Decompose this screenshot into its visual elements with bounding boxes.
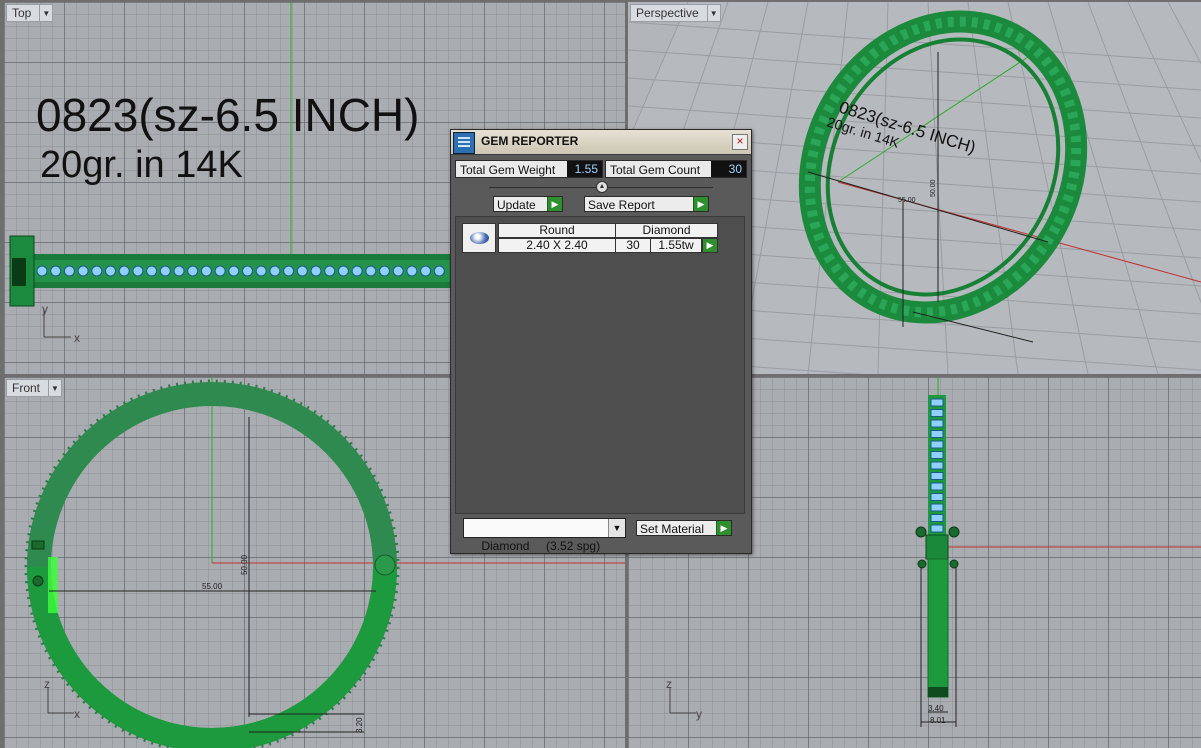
save-report-button-label: Save Report	[588, 198, 655, 212]
gem-stone	[118, 265, 130, 277]
annotation-line1: 0823(sz-6.5 INCH)	[36, 89, 420, 141]
dropdown-arrow-icon[interactable]: ▼	[48, 380, 61, 396]
gem-stone	[146, 265, 158, 277]
gem-stone	[930, 430, 944, 438]
gem-stone	[406, 265, 418, 277]
gem-stone	[930, 482, 944, 491]
gem-stone	[379, 265, 390, 277]
gem-stone	[77, 265, 89, 277]
set-material-button[interactable]: Set Material ▶	[636, 520, 732, 536]
dim-thickness: 3.20	[355, 717, 364, 733]
gem-weight: 1.55tw	[650, 238, 702, 253]
update-button-label: Update	[497, 198, 536, 212]
axis-label-z: z	[44, 677, 50, 691]
gem-size: 2.40 X 2.40	[498, 238, 616, 253]
dim-height: 50.00	[240, 554, 249, 575]
total-weight-value: 1.55	[567, 161, 602, 177]
gem-stone	[930, 419, 944, 428]
play-icon: ▶	[693, 197, 708, 211]
gem-stone	[365, 265, 377, 277]
gem-stone	[392, 265, 404, 277]
gem-stone	[91, 265, 103, 277]
gem-stone	[930, 514, 944, 522]
dim-inner: 3.40	[928, 704, 944, 713]
dim-width: 55.00	[202, 582, 223, 591]
axis-label-x: x	[74, 707, 80, 721]
material-select[interactable]: Diamond (3.52 spg) ▼	[463, 518, 626, 553]
gem-stone	[930, 461, 944, 470]
dim-width: 8.01	[930, 716, 946, 725]
gem-stone	[337, 265, 349, 277]
gem-reporter-title: GEM REPORTER	[481, 134, 579, 148]
round-gem-icon	[462, 223, 496, 253]
gem-stone	[63, 265, 75, 277]
gem-stone	[269, 265, 281, 277]
gem-stone	[930, 503, 944, 512]
gem-stone	[228, 265, 240, 277]
tab-perspective[interactable]: Perspective ▼	[630, 4, 721, 22]
gem-stone	[187, 265, 199, 277]
gem-stone	[214, 265, 226, 277]
save-report-button[interactable]: Save Report ▶	[584, 196, 709, 212]
gem-stone	[930, 409, 944, 417]
play-icon: ▶	[547, 197, 562, 211]
gem-row-play-button[interactable]: ▶	[702, 238, 718, 253]
gem-stone	[930, 472, 944, 480]
play-icon: ▶	[716, 521, 731, 535]
update-button[interactable]: Update ▶	[493, 196, 563, 212]
gem-material: Diamond	[615, 223, 718, 238]
viewport-label: Front	[12, 381, 41, 395]
gem-stone	[255, 265, 267, 277]
gem-reporter-titlebar[interactable]: GEM REPORTER ×	[451, 130, 751, 155]
gem-stone	[50, 265, 62, 277]
gem-stone	[351, 265, 363, 277]
axis-label-z: z	[666, 677, 672, 691]
gem-stone	[930, 440, 944, 449]
gem-stone	[310, 265, 322, 277]
viewport-label: Perspective	[636, 6, 699, 20]
gem-stone	[283, 265, 295, 277]
gem-stone	[200, 265, 212, 277]
dropdown-arrow-icon[interactable]: ▼	[39, 5, 52, 21]
total-count-label: Total Gem Count	[610, 163, 701, 177]
gem-stone	[930, 398, 944, 407]
gem-reporter-panel[interactable]: GEM REPORTER × Total Gem Weight 1.55 Tot…	[450, 129, 752, 554]
gem-stone	[36, 265, 48, 277]
gem-list[interactable]: Round Diamond 2.40 X 2.40 30 1.55tw ▶	[455, 216, 745, 514]
collapse-toggle-icon[interactable]: ▲	[596, 181, 608, 193]
gem-stone	[420, 265, 432, 277]
total-count-value: 30	[711, 161, 746, 177]
gem-stone	[433, 265, 445, 277]
viewport-label: Top	[12, 6, 32, 20]
axis-label-y: y	[696, 707, 702, 721]
set-material-button-label: Set Material	[640, 522, 705, 536]
gem-stone	[324, 265, 336, 277]
gem-reporter-logo-icon	[453, 132, 475, 154]
gem-stone	[159, 265, 171, 277]
gem-stone	[132, 265, 144, 277]
tab-top[interactable]: Top ▼	[6, 4, 54, 22]
annotation-line2: 20gr. in 14K	[40, 144, 243, 186]
chevron-down-icon: ▼	[608, 519, 625, 537]
tab-front[interactable]: Front ▼	[6, 379, 63, 397]
gem-count: 30	[615, 238, 651, 253]
axis-label-y: y	[42, 302, 48, 316]
persp-dim-b: 50.00	[930, 179, 937, 197]
axis-label-x: x	[74, 331, 80, 345]
dropdown-arrow-icon[interactable]: ▼	[706, 5, 720, 21]
gem-stone	[173, 265, 185, 277]
total-weight-label: Total Gem Weight	[460, 163, 556, 177]
gem-stone	[242, 265, 253, 277]
close-button[interactable]: ×	[732, 134, 748, 150]
gem-stone	[930, 524, 944, 533]
gem-stone	[105, 265, 116, 277]
material-select-value: Diamond (3.52 spg)	[481, 539, 601, 553]
gem-stone	[930, 493, 944, 501]
gem-stone	[296, 265, 308, 277]
persp-dim-a: 55.00	[898, 197, 916, 204]
gem-shape: Round	[498, 223, 616, 238]
gem-stone	[930, 451, 944, 459]
